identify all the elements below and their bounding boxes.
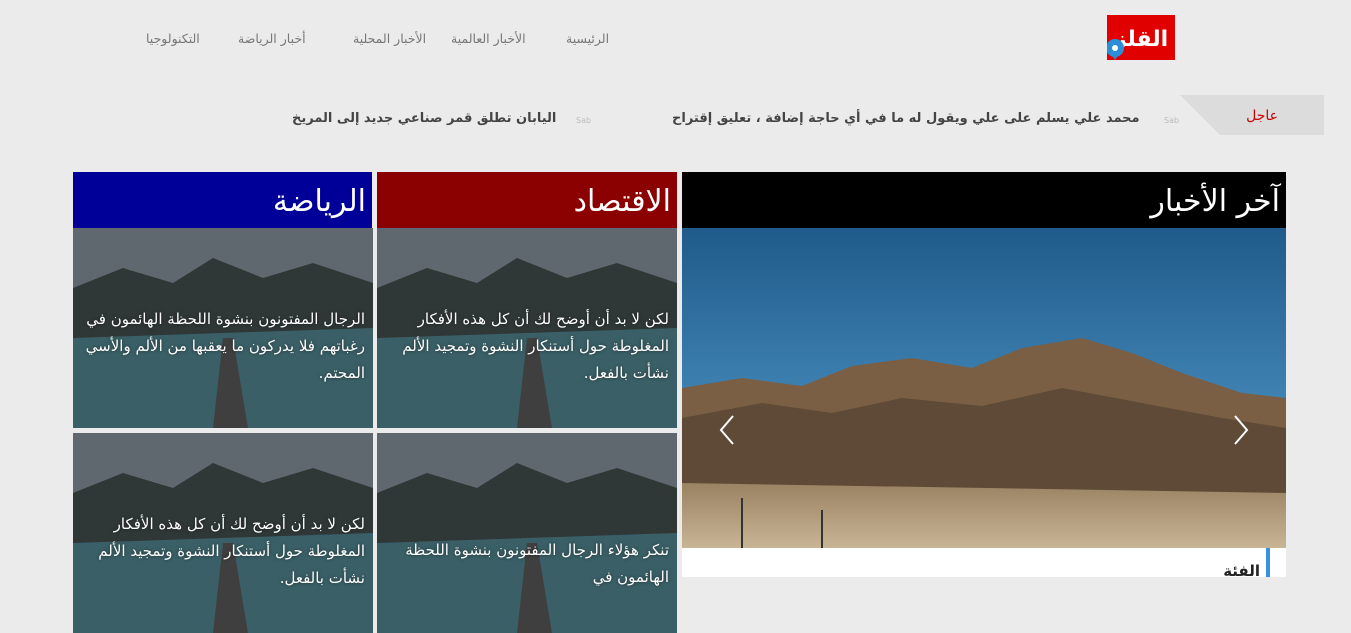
economy-header: الاقتصاد: [377, 172, 677, 228]
slider-next-arrow[interactable]: [1232, 414, 1250, 450]
ticker-item[interactable]: محمد علي يسلم على علي ويقول له ما في أي …: [672, 111, 1140, 126]
sports-tile-text: الرجال المفتونون بنشوة اللحظة الهائمون ف…: [85, 310, 365, 382]
site-logo[interactable]: القلز: [1106, 15, 1175, 60]
breaking-news-label-box: عاجل: [1180, 95, 1324, 135]
sports-tile[interactable]: لكن لا بد أن أوضح لك أن كل هذه الأفكار ا…: [73, 433, 373, 633]
nav-sports-news[interactable]: أخبار الرياضة: [238, 31, 306, 46]
economy-tile-text: تنكر هؤلاء الرجال المفتونون بنشوة اللحظة…: [405, 541, 669, 586]
ticker-separator: Sab: [1164, 116, 1180, 125]
sports-tile[interactable]: الرجال المفتونون بنشوة اللحظة الهائمون ف…: [73, 228, 373, 428]
economy-tile[interactable]: تنكر هؤلاء الرجال المفتونون بنشوة اللحظة…: [377, 433, 677, 633]
sports-tile-text: لكن لا بد أن أوضح لك أن كل هذه الأفكار ا…: [98, 515, 365, 587]
top-navbar: الرئيسية الأخبار العالمية الأخبار المحلي…: [0, 0, 1351, 80]
breaking-news-label: عاجل: [1246, 108, 1278, 124]
economy-tile-text: لكن لا بد أن أوضح لك أن كل هذه الأفكار ا…: [402, 310, 669, 382]
ticker-item[interactable]: اليابان تطلق قمر صناعي جديد إلى المريخ: [292, 111, 556, 126]
latest-news-caption-box: الفئة: [682, 548, 1286, 580]
nav-world-news[interactable]: الأخبار العالمية: [451, 31, 526, 46]
nav-home[interactable]: الرئيسية: [566, 31, 609, 46]
nav-local-news[interactable]: الأخبار المحلية: [353, 31, 426, 46]
nav-technology[interactable]: التكنولوجيا: [146, 31, 200, 46]
caption-accent-bar: [1266, 548, 1270, 577]
latest-news-category: الفئة: [1223, 562, 1260, 580]
slider-prev-arrow[interactable]: [718, 414, 736, 450]
ticker-separator: Sab: [576, 116, 592, 125]
latest-news-header: آخر الأخبار: [682, 172, 1286, 228]
sports-header: الرياضة: [73, 172, 372, 228]
latest-news-slider-image[interactable]: [682, 228, 1286, 548]
economy-tile[interactable]: لكن لا بد أن أوضح لك أن كل هذه الأفكار ا…: [377, 228, 677, 428]
